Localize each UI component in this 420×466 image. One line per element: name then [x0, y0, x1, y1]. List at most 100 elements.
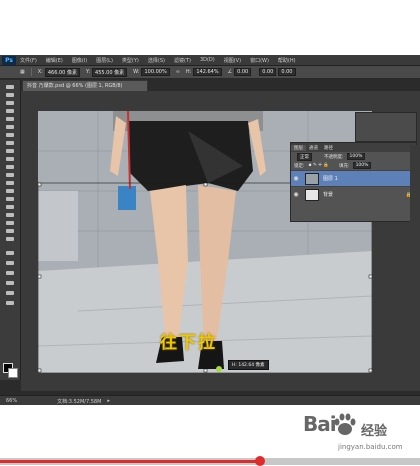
stone-block: [38, 191, 78, 261]
video-progress-fill: [0, 460, 261, 463]
watermark-url: jingyan.baidu.com: [338, 443, 403, 451]
transform-handle: [368, 274, 372, 279]
skew-group: 0.00 0.00: [257, 68, 296, 76]
brush-tool-icon[interactable]: [4, 140, 16, 146]
layers-panel: 图层 通道 路径 正常 不透明度: 100% 锁定: ▪ ✎ ✛ 🔒 填充: 1…: [290, 142, 417, 222]
menu-window[interactable]: 窗口(W): [250, 57, 269, 64]
lasso-tool-icon[interactable]: [4, 100, 16, 106]
baidu-logo: Bai: [303, 412, 337, 436]
layer-row-layer1[interactable]: ◉ 图层 1: [291, 170, 416, 186]
x-label: X:: [37, 69, 43, 75]
path-select-tool-icon[interactable]: [4, 212, 16, 218]
marquee-tool-icon[interactable]: [4, 92, 16, 98]
visibility-eye-icon[interactable]: ◉: [291, 191, 301, 198]
fill-field[interactable]: 100%: [352, 162, 372, 169]
layer-name: 图层 1: [323, 176, 338, 182]
tab-channels[interactable]: 通道: [306, 145, 321, 151]
menu-type[interactable]: 类型(Y): [122, 57, 139, 64]
zoom-level[interactable]: 66%: [6, 398, 17, 404]
divider: [30, 68, 32, 76]
document-size: 文档:3.52M/7.58M: [57, 398, 102, 405]
menu-layer[interactable]: 图层(L): [96, 57, 113, 64]
leather-skirt: [128, 121, 253, 191]
tab-layers[interactable]: 图层: [291, 144, 306, 151]
handbag: [118, 186, 136, 210]
menu-help[interactable]: 帮助(H): [278, 57, 296, 64]
blur-tool-icon[interactable]: [4, 180, 16, 186]
zoom-tool-icon[interactable]: [4, 236, 16, 242]
panel-dock[interactable]: [355, 112, 417, 142]
photoshop-logo: Ps: [2, 55, 16, 65]
w-label: W:: [133, 69, 140, 75]
quick-select-tool-icon[interactable]: [4, 108, 16, 114]
x-position-group: X: 466.00 像素: [37, 67, 80, 77]
clone-stamp-tool-icon[interactable]: [4, 148, 16, 154]
visibility-eye-icon[interactable]: ◉: [291, 175, 301, 182]
height-field[interactable]: 142.64%: [193, 68, 222, 76]
layer-row-background[interactable]: ◉ 背景 🔒: [291, 186, 416, 202]
extra-tool-icon[interactable]: [4, 260, 16, 266]
menu-edit[interactable]: 编辑(E): [46, 57, 63, 64]
y-position-group: Y: 455.00 像素: [85, 67, 128, 77]
transform-handle: [203, 182, 208, 187]
eyedropper-tool-icon[interactable]: [4, 124, 16, 130]
reference-point-icon[interactable]: ▦: [20, 69, 25, 75]
extra-tool-icon[interactable]: [4, 250, 16, 256]
y-label: Y:: [85, 69, 91, 75]
extra-tool-icon[interactable]: [4, 300, 16, 306]
crop-tool-icon[interactable]: [4, 116, 16, 122]
transform-handle: [38, 368, 42, 373]
opacity-field[interactable]: 100%: [346, 153, 366, 160]
menu-image[interactable]: 图像(I): [72, 57, 87, 64]
menu-3d[interactable]: 3D(D): [200, 57, 215, 63]
history-brush-tool-icon[interactable]: [4, 156, 16, 162]
dodge-tool-icon[interactable]: [4, 188, 16, 194]
h-skew-field[interactable]: 0.00: [259, 68, 277, 76]
panel-scrollbar[interactable]: [410, 145, 420, 225]
width-field[interactable]: 100.00%: [141, 68, 170, 76]
opacity-label: 不透明度:: [324, 154, 344, 160]
pen-tool-icon[interactable]: [4, 196, 16, 202]
eraser-tool-icon[interactable]: [4, 164, 16, 170]
tools-panel: [0, 80, 21, 380]
transform-handle: [203, 368, 208, 373]
angle-icon: ∠: [227, 69, 233, 75]
move-tool-icon[interactable]: [4, 84, 16, 90]
menu-filter[interactable]: 滤镜(T): [174, 57, 191, 64]
lock-row: 锁定: ▪ ✎ ✛ 🔒 填充: 100%: [291, 161, 416, 170]
lock-icons[interactable]: ▪ ✎ ✛ 🔒: [309, 163, 330, 168]
v-skew-field[interactable]: 0.00: [278, 68, 296, 76]
h-label: H:: [185, 69, 192, 75]
tab-paths[interactable]: 路径: [321, 145, 336, 151]
layer-thumbnail: [305, 172, 319, 185]
menu-file[interactable]: 文件(F): [20, 57, 37, 64]
panel-tabs: 图层 通道 路径: [291, 143, 416, 152]
blend-mode-select[interactable]: 正常: [297, 152, 312, 161]
link-icon[interactable]: ∞: [176, 69, 180, 75]
fill-label: 填充:: [339, 163, 350, 169]
extra-tool-icon[interactable]: [4, 290, 16, 296]
width-group: W: 100.00%: [133, 68, 170, 76]
rotate-group: ∠ 0.00: [228, 68, 252, 76]
y-position-field[interactable]: 455.00 像素: [92, 67, 128, 77]
lock-label: 锁定:: [294, 163, 305, 169]
hand-tool-icon[interactable]: [4, 228, 16, 234]
x-position-field[interactable]: 466.00 像素: [44, 67, 80, 77]
menu-select[interactable]: 选择(S): [148, 57, 165, 64]
gradient-tool-icon[interactable]: [4, 172, 16, 178]
status-arrow-icon[interactable]: ▸: [107, 398, 110, 404]
rotate-field[interactable]: 0.00: [234, 68, 252, 76]
color-swatches[interactable]: [3, 363, 18, 378]
video-caption: 往下拉: [160, 333, 217, 353]
status-bar: 66% 文档:3.52M/7.58M ▸: [0, 395, 420, 405]
healing-tool-icon[interactable]: [4, 132, 16, 138]
background-color-swatch[interactable]: [8, 368, 18, 378]
shape-tool-icon[interactable]: [4, 220, 16, 226]
jingyan-label: 经验: [361, 424, 388, 439]
menu-view[interactable]: 视图(V): [224, 57, 241, 64]
menu-bar: Ps 文件(F) 编辑(E) 图像(I) 图层(L) 类型(Y) 选择(S) 滤…: [0, 55, 420, 66]
extra-tool-icon[interactable]: [4, 270, 16, 276]
type-tool-icon[interactable]: [4, 204, 16, 210]
transform-handle: [38, 182, 42, 187]
extra-tool-icon[interactable]: [4, 280, 16, 286]
